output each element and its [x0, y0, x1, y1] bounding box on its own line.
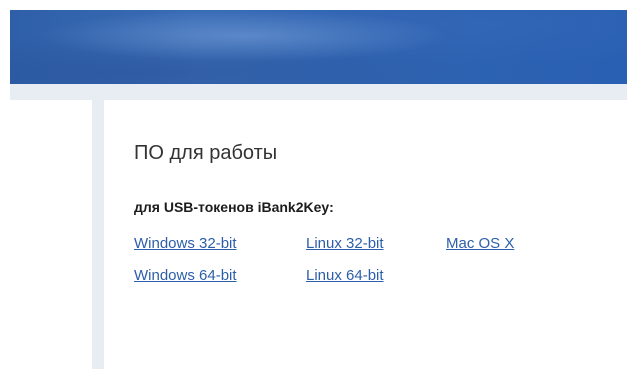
download-row-64bit: Windows 64-bit Linux 64-bit: [134, 267, 546, 299]
windows-32-bit-link[interactable]: Windows 32-bit: [134, 235, 306, 267]
linux-32-bit-link[interactable]: Linux 32-bit: [306, 235, 446, 267]
windows-64-bit-link[interactable]: Windows 64-bit: [134, 267, 306, 299]
header-banner: [10, 10, 627, 84]
page: ПО для работы для USB-токенов iBank2Key:…: [0, 0, 627, 369]
download-row-32bit: Windows 32-bit Linux 32-bit Mac OS X: [134, 235, 546, 267]
section-title: ПО для работы: [134, 142, 278, 164]
main-content: ПО для работы для USB-токенов iBank2Key:…: [104, 100, 627, 369]
download-links: Windows 32-bit Linux 32-bit Mac OS X Win…: [134, 235, 546, 299]
token-subtitle: для USB-токенов iBank2Key:: [134, 199, 334, 215]
left-sidebar-bar: [92, 84, 104, 369]
mac-os-x-link[interactable]: Mac OS X: [446, 235, 546, 267]
linux-64-bit-link[interactable]: Linux 64-bit: [306, 267, 446, 299]
